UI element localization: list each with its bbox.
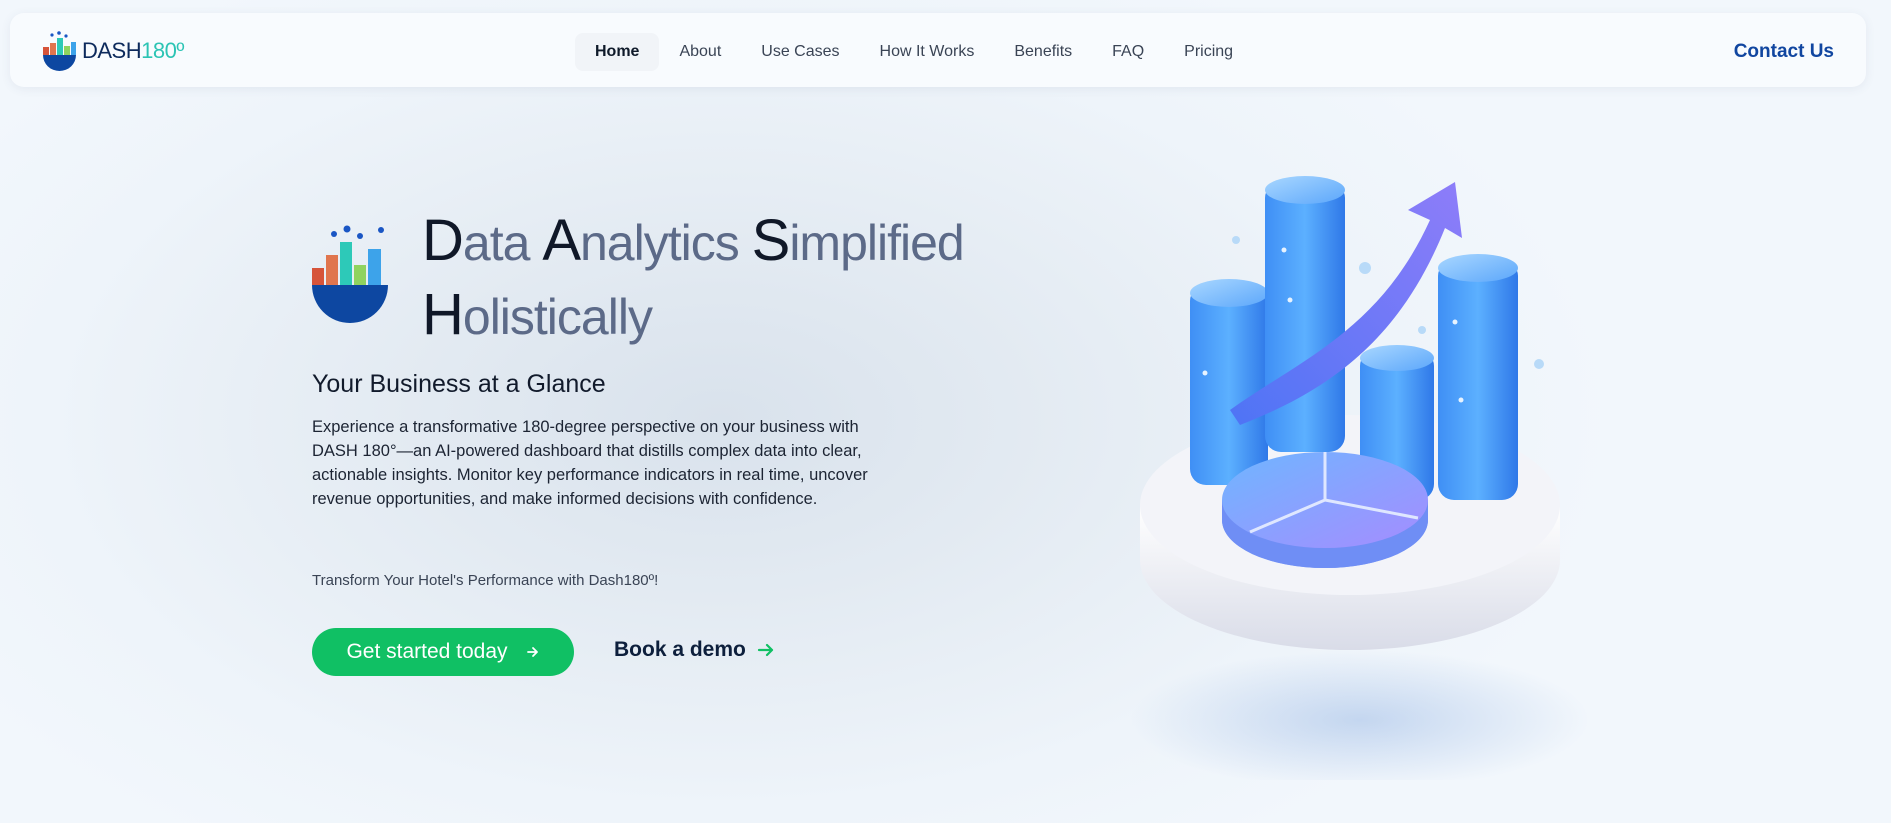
arrow-right-icon xyxy=(757,643,773,657)
site-header: DASH180º Home About Use Cases How It Wor… xyxy=(10,13,1866,87)
headline-rest-ata: ata xyxy=(462,215,531,271)
contact-us-link[interactable]: Contact Us xyxy=(1734,41,1834,63)
nav-pricing[interactable]: Pricing xyxy=(1164,33,1253,71)
logo-text-num: 180º xyxy=(141,38,184,63)
logo-mark-icon xyxy=(43,31,76,71)
headline-line-2: Holistically xyxy=(422,279,942,353)
hero-subtitle: Your Business at a Glance xyxy=(312,370,606,398)
logo-text-dash: DASH xyxy=(82,38,142,63)
nav-home[interactable]: Home xyxy=(575,33,660,71)
nav-how-it-works[interactable]: How It Works xyxy=(860,33,995,71)
headline-line-1: Data Analytics Simplified xyxy=(422,205,965,279)
nav-benefits[interactable]: Benefits xyxy=(994,33,1092,71)
book-demo-link[interactable]: Book a demo xyxy=(614,638,776,662)
book-demo-label: Book a demo xyxy=(614,638,746,661)
get-started-button[interactable]: Get started today xyxy=(312,628,574,676)
headline-cap-a: A xyxy=(542,208,581,273)
arrow-right-icon xyxy=(526,647,538,657)
nav-about[interactable]: About xyxy=(659,33,741,71)
headline-rest-implified: implified xyxy=(789,215,964,271)
nav-faq[interactable]: FAQ xyxy=(1092,33,1164,71)
hero-tagline: Transform Your Hotel's Performance with … xyxy=(312,572,659,589)
hero-description: Experience a transformative 180-degree p… xyxy=(312,418,868,508)
get-started-label: Get started today xyxy=(346,640,508,663)
headline-cap-h: H xyxy=(422,282,464,347)
headline-rest-olistically: olistically xyxy=(462,289,653,345)
hero-logo-mark-icon xyxy=(312,225,388,323)
hero-headline: Data Analytics Simplified Holistically xyxy=(422,205,965,353)
brand-logo[interactable]: DASH180º xyxy=(40,31,184,71)
nav-use-cases[interactable]: Use Cases xyxy=(741,33,859,71)
headline-cap-s: S xyxy=(751,208,791,273)
main-nav: Home About Use Cases How It Works Benefi… xyxy=(575,33,1253,71)
headline-rest-nalytics: nalytics xyxy=(580,215,740,271)
headline-cap-d: D xyxy=(422,208,464,273)
analytics-3d-illustration xyxy=(1130,176,1590,780)
